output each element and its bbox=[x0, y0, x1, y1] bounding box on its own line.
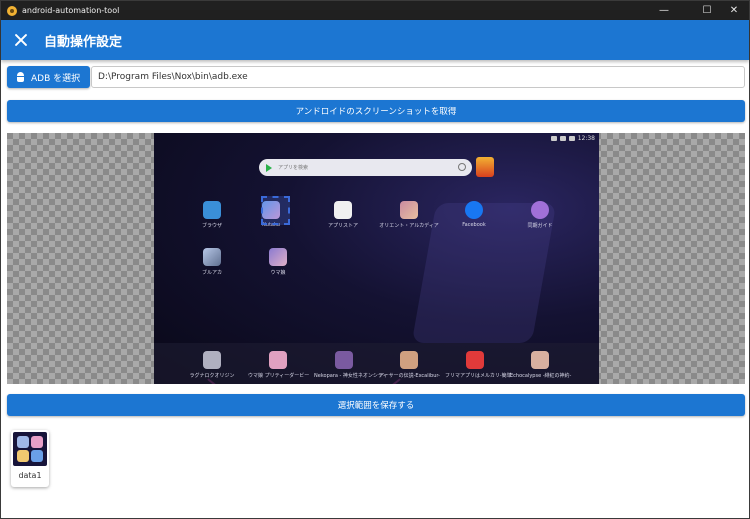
page-title: 自動操作設定 bbox=[44, 34, 123, 50]
android-search-bar: アプリを検索 bbox=[259, 159, 472, 176]
window-title: android-automation-tool bbox=[22, 6, 120, 15]
title-bar: android-automation-tool bbox=[1, 1, 749, 20]
android-screenshot: 12:38 アプリを検索 ブラウザ Nutaku アプリストア オリエント・アル… bbox=[154, 133, 599, 384]
select-adb-label: ADB を選択 bbox=[31, 73, 81, 84]
echocalypse-icon bbox=[531, 351, 549, 369]
dock-app: フリマアプリはメルカリ-簡単 bbox=[445, 351, 512, 379]
window-close-button[interactable]: ✕ bbox=[717, 1, 750, 20]
android-status-bar: 12:38 bbox=[550, 135, 595, 142]
screenshot-canvas[interactable]: 12:38 アプリを検索 ブラウザ Nutaku アプリストア オリエント・アル… bbox=[7, 133, 745, 384]
minimize-button[interactable]: — bbox=[647, 1, 681, 20]
android-search-placeholder: アプリを検索 bbox=[278, 165, 309, 171]
dock-app: ウマ娘 プリティーダービー bbox=[248, 351, 309, 379]
store-icon bbox=[476, 157, 494, 177]
blue-archive-icon bbox=[203, 248, 221, 266]
android-app: ブルアカ bbox=[182, 248, 242, 276]
android-app: Facebook bbox=[444, 201, 504, 228]
adb-path-field[interactable]: D:\Program Files\Nox\bin\adb.exe bbox=[91, 66, 745, 88]
android-app: 同期ガイド bbox=[510, 201, 570, 229]
sync-guide-icon bbox=[531, 201, 549, 219]
saved-item-label: data1 bbox=[18, 471, 42, 480]
app-header: 自動操作設定 bbox=[1, 20, 749, 60]
android-app: ウマ娘 bbox=[248, 248, 308, 276]
umamusume-icon bbox=[269, 248, 287, 266]
saved-item-card[interactable]: data1 bbox=[11, 430, 49, 487]
select-adb-button[interactable]: ADB を選択 bbox=[7, 66, 90, 88]
dock-app: Nekopara - 神女性ネオンシティ bbox=[314, 351, 388, 379]
browser-icon bbox=[203, 201, 221, 219]
saved-item-thumbnail bbox=[13, 432, 47, 466]
play-store-icon bbox=[266, 163, 272, 172]
close-icon[interactable] bbox=[14, 33, 28, 47]
selection-rectangle[interactable] bbox=[261, 196, 290, 225]
android-app: アプリストア bbox=[313, 201, 373, 229]
dock-app: アーサーの伝説-Excalibur- bbox=[379, 351, 440, 379]
excalibur-icon bbox=[400, 351, 418, 369]
dock-app: Echocalypse -緋紅の神約- bbox=[510, 351, 571, 379]
nekopara-icon bbox=[335, 351, 353, 369]
facebook-icon bbox=[465, 201, 483, 219]
android-app: オリエント・アルカディア bbox=[379, 201, 439, 229]
dock-app: ラグナロクオリジン bbox=[182, 351, 242, 379]
android-app: ブラウザ bbox=[182, 201, 242, 229]
mercari-icon bbox=[466, 351, 484, 369]
capture-screenshot-button[interactable]: アンドロイドのスクリーンショットを取得 bbox=[7, 100, 745, 122]
ragnarok-icon bbox=[203, 351, 221, 369]
orient-arcadia-icon bbox=[400, 201, 418, 219]
search-icon bbox=[458, 163, 466, 171]
app-store-icon bbox=[334, 201, 352, 219]
umamusume-pretty-derby-icon bbox=[269, 351, 287, 369]
save-selection-button[interactable]: 選択範囲を保存する bbox=[7, 394, 745, 416]
android-icon bbox=[16, 72, 25, 82]
android-clock: 12:38 bbox=[577, 135, 595, 142]
app-icon bbox=[7, 5, 17, 16]
app-window: android-automation-tool — ☐ ✕ 自動操作設定 ADB… bbox=[0, 0, 750, 519]
